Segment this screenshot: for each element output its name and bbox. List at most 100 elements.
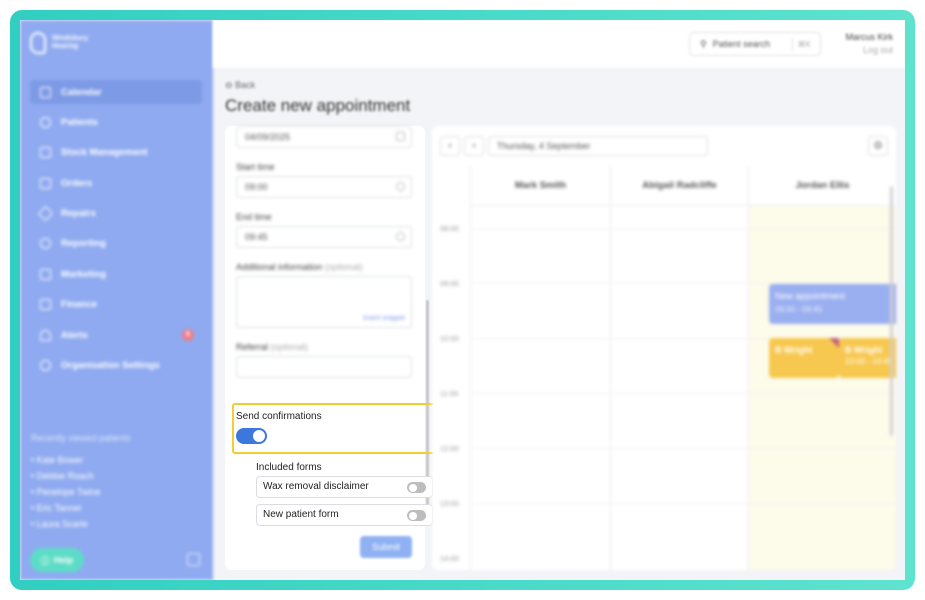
patients-icon [40,116,51,128]
time-label: 09:00 [440,279,459,288]
brand-logo[interactable]: Windsbury Hearing [30,32,88,54]
next-day-button[interactable]: › [464,136,484,156]
calendar-column[interactable] [748,206,896,570]
help-button[interactable]: ⓘ Help [30,548,84,572]
new-appointment-block[interactable]: New appointment 09:00 - 09:45 [769,284,896,324]
sidebar-item-patients[interactable]: Patients [30,110,202,134]
chart-icon [40,238,51,250]
form-row-new-patient: New patient form [256,504,433,526]
sidebar-item-finance[interactable]: Finance [30,293,202,317]
calendar-date-picker[interactable]: Thursday, 4 September [488,136,708,156]
submit-button[interactable]: Submit [360,536,412,558]
sidebar-item-label: Alerts [61,329,88,341]
page-title: Create new appointment [225,96,411,115]
orders-icon [40,177,51,189]
sidebar-item-label: Organisation Settings [61,360,160,372]
search-placeholder: Patient search [712,39,771,49]
appointment-block[interactable]: B Wright 10:00 - 10:45 [839,338,896,378]
insert-snippet-link[interactable]: Insert snippet [363,315,405,322]
back-link[interactable]: ⊖ Back [225,80,255,91]
calendar-settings-gear-icon[interactable]: ⚙ [868,136,888,156]
end-time-input[interactable]: 09:45 [236,226,412,248]
toggle-knob [408,483,417,492]
sidebar-item-reporting[interactable]: Reporting [30,232,202,256]
collapse-sidebar-icon[interactable] [187,553,200,566]
sidebar-item-organisation-settings[interactable]: Organisation Settings [30,354,202,378]
time-label: 11:00 [440,389,459,398]
alerts-count-badge: 6 [182,329,194,342]
date-input[interactable]: 04/09/2025 [236,126,412,148]
column-header-jordan-ellis: Jordan Ellis [748,166,896,206]
additional-info-textarea[interactable]: Insert snippet [236,276,412,328]
hour-gridline [470,393,896,394]
previous-day-button[interactable]: ‹ [440,136,460,156]
bell-icon [40,329,51,341]
ear-logo-icon [30,32,46,54]
recent-patient-link[interactable]: • Kate Bower [31,452,101,468]
new-patient-form-toggle[interactable] [407,510,426,521]
stock-icon [40,147,51,159]
hour-gridline [470,228,896,229]
calendar-icon [396,132,405,141]
clock-icon [396,232,405,241]
sidebar-item-label: Finance [61,299,97,311]
search-shortcut-hint: ⌘K [791,37,816,51]
time-label: 10:00 [440,334,459,343]
sidebar-item-marketing[interactable]: Marketing [30,262,202,286]
patient-search-input[interactable]: ⚲ Patient search ⌘K [689,32,821,56]
start-time-label: Start time [236,162,275,172]
referral-select[interactable] [236,356,412,378]
time-label: 13:00 [440,499,459,508]
end-time-label: End time [236,212,272,222]
form-row-label: Wax removal disclaimer [263,481,369,492]
time-label: 14:00 [440,554,459,563]
sidebar: Windsbury Hearing Calendar Patients Stoc… [20,20,213,580]
sidebar-item-label: Patients [61,116,98,128]
sidebar-item-repairs[interactable]: Repairs [30,202,202,226]
brand-name-line1: Windsbury [52,35,89,42]
time-label: 12:00 [440,444,459,453]
sidebar-item-label: Repairs [61,208,96,220]
recent-patient-link[interactable]: • Laura Scarle [31,516,101,532]
sidebar-item-stock-management[interactable]: Stock Management [30,141,202,165]
back-arrow-icon: ⊖ [225,80,233,90]
recent-patient-link[interactable]: • Penelope Twine [31,484,101,500]
time-label: 08:00 [440,224,459,233]
brand-name-line2: Hearing [52,43,79,50]
gear-icon [40,360,51,372]
sidebar-nav: Calendar Patients Stock Management Order… [30,80,202,384]
toggle-knob [408,511,417,520]
hour-gridline [470,448,896,449]
recent-patients-heading: Recently viewed patients [31,433,131,443]
top-bar: ⚲ Patient search ⌘K Marcus Kirk Log out [213,20,905,68]
wax-removal-toggle[interactable] [407,482,426,493]
sidebar-item-label: Stock Management [61,147,148,159]
sidebar-item-label: Marketing [61,268,106,280]
mail-icon [40,268,51,280]
hour-gridline [470,503,896,504]
calendar-icon [40,86,51,98]
included-forms-label: Included forms [256,462,322,473]
wrench-icon [37,205,54,222]
user-name: Marcus Kirk [845,32,893,42]
sidebar-item-label: Calendar [61,86,102,98]
start-time-input[interactable]: 09:00 [236,176,412,198]
sidebar-item-alerts[interactable]: Alerts 6 [30,323,202,347]
focus-highlight-box [232,403,454,454]
sidebar-item-calendar[interactable]: Calendar [30,80,202,104]
appointment-block[interactable]: B Wright [769,338,839,378]
recent-patient-link[interactable]: • Debbie Roach [31,468,101,484]
recent-patients-list: • Kate Bower • Debbie Roach • Penelope T… [31,452,101,532]
calendar-column[interactable] [610,206,748,570]
sidebar-item-orders[interactable]: Orders [30,171,202,195]
logout-link[interactable]: Log out [845,44,893,57]
search-icon: ⚲ [700,38,707,49]
additional-info-label: Additional information (optional) [236,262,363,272]
user-menu: Marcus Kirk Log out [845,31,893,57]
recent-patient-link[interactable]: • Eric Tanner [31,500,101,516]
form-row-wax-removal: Wax removal disclaimer [256,476,433,498]
calendar-scrollbar[interactable] [890,186,893,436]
card-icon [40,299,51,311]
form-row-label: New patient form [263,509,339,520]
calendar-column[interactable] [470,206,610,570]
